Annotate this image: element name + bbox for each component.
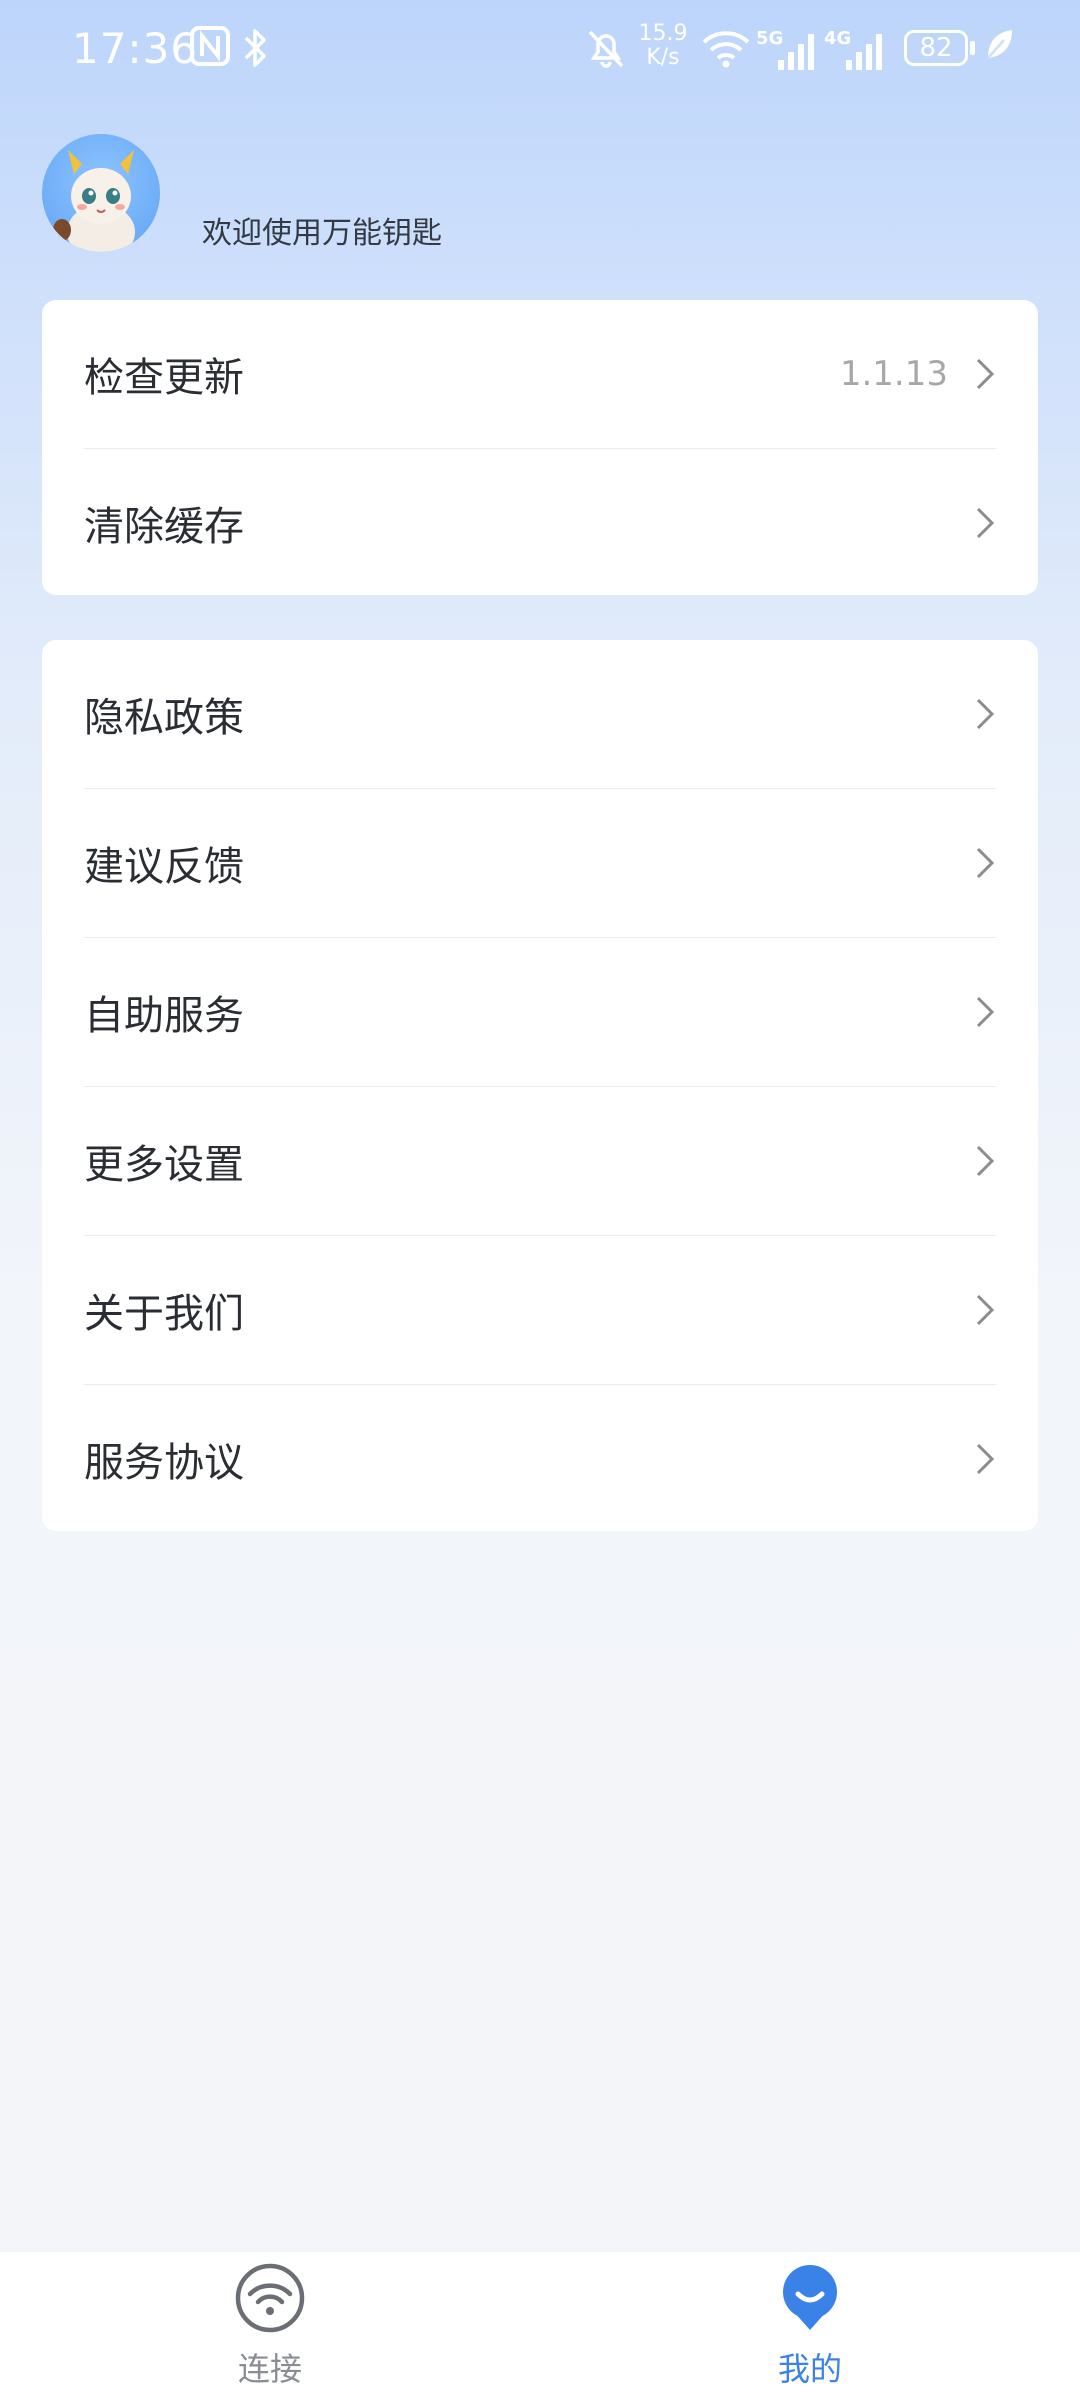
about-us-label: 关于我们 <box>84 1291 244 1337</box>
tab-connect-label: 连接 <box>237 2350 302 2388</box>
svg-text:5G: 5G <box>756 28 783 49</box>
chevron-right-icon <box>976 1145 995 1177</box>
signal-5g-icon: 5G <box>756 28 814 70</box>
service-agreement-row[interactable]: 服务协议 <box>84 1384 996 1533</box>
chevron-right-icon <box>976 698 995 730</box>
avatar[interactable] <box>42 134 160 252</box>
mascot-avatar-icon <box>53 150 135 252</box>
clear-cache-row[interactable]: 清除缓存 <box>84 448 996 597</box>
nfc-icon <box>190 26 230 66</box>
leaf-icon <box>987 30 1012 59</box>
about-us-row[interactable]: 关于我们 <box>84 1235 996 1384</box>
chevron-right-icon <box>976 847 995 879</box>
chevron-right-icon <box>976 996 995 1028</box>
battery-tip <box>970 41 975 55</box>
signal-4g-icon: 4G <box>824 28 882 70</box>
self-service-label: 自助服务 <box>84 993 244 1039</box>
wifi-icon <box>702 31 750 68</box>
bluetooth-icon <box>244 29 266 67</box>
more-settings-row[interactable]: 更多设置 <box>84 1086 996 1235</box>
settings-card-2: 隐私政策 建议反馈 自助服务 更多设置 关于我们 服务协议 <box>42 640 1038 1531</box>
version-value: 1.1.13 <box>839 354 948 394</box>
bottom-nav: 连接 我的 <box>0 2252 1080 2400</box>
user-icon <box>783 2265 837 2330</box>
status-bar: 17:36 15.9 K/s 5G 4G 82 <box>0 0 1080 100</box>
tab-mine-label: 我的 <box>777 2350 842 2388</box>
battery-icon: 82 <box>904 30 968 66</box>
mute-icon <box>588 30 624 68</box>
more-settings-label: 更多设置 <box>84 1142 244 1188</box>
chevron-right-icon <box>976 1443 995 1475</box>
clear-cache-label: 清除缓存 <box>84 504 244 550</box>
privacy-policy-row[interactable]: 隐私政策 <box>84 640 996 788</box>
self-service-row[interactable]: 自助服务 <box>84 937 996 1086</box>
chevron-right-icon <box>976 507 995 539</box>
service-agreement-label: 服务协议 <box>84 1440 244 1486</box>
settings-card-1: 检查更新 1.1.13 清除缓存 <box>42 300 1038 595</box>
network-speed: 15.9 K/s <box>638 21 688 70</box>
tab-connect[interactable]: 连接 <box>170 2252 370 2400</box>
feedback-row[interactable]: 建议反馈 <box>84 788 996 937</box>
tab-mine[interactable]: 我的 <box>710 2252 910 2400</box>
feedback-label: 建议反馈 <box>84 844 244 890</box>
check-update-label: 检查更新 <box>84 355 244 401</box>
status-time: 17:36 <box>72 24 199 73</box>
welcome-text: 欢迎使用万能钥匙 <box>202 216 442 251</box>
privacy-policy-label: 隐私政策 <box>84 695 244 741</box>
svg-text:4G: 4G <box>824 28 851 49</box>
check-update-row[interactable]: 检查更新 1.1.13 <box>84 300 996 448</box>
wifi-icon <box>235 2263 305 2333</box>
chevron-right-icon <box>976 358 995 390</box>
chevron-right-icon <box>976 1294 995 1326</box>
